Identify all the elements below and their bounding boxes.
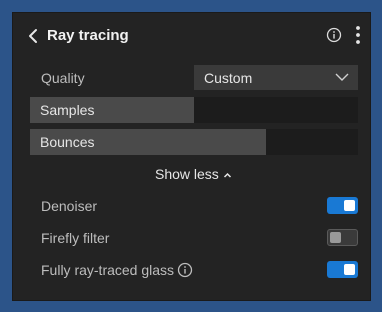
quality-dropdown[interactable]: Custom xyxy=(194,65,358,90)
chevron-left-icon[interactable] xyxy=(27,28,39,44)
samples-slider[interactable]: Samples xyxy=(30,97,358,123)
denoiser-toggle[interactable] xyxy=(327,197,358,214)
ray-traced-glass-label: Fully ray-traced glass xyxy=(41,262,175,278)
firefly-filter-toggle[interactable] xyxy=(327,229,358,246)
quality-label: Quality xyxy=(41,70,85,86)
bounces-slider[interactable]: Bounces xyxy=(30,129,358,155)
ray-tracing-panel: Ray tracing Quality Custom Samples Bounc… xyxy=(12,12,371,301)
panel-title: Ray tracing xyxy=(47,27,129,44)
denoiser-label: Denoiser xyxy=(41,198,98,214)
samples-label: Samples xyxy=(40,102,95,118)
show-less-button[interactable]: Show less xyxy=(155,166,232,182)
info-icon[interactable] xyxy=(177,262,193,278)
more-vertical-icon[interactable] xyxy=(354,25,362,45)
toggle-knob xyxy=(344,200,355,211)
toggle-knob xyxy=(344,264,355,275)
toggle-knob xyxy=(330,232,341,243)
show-less-label: Show less xyxy=(155,166,219,182)
bounces-label: Bounces xyxy=(40,134,95,150)
chevron-up-icon xyxy=(223,172,231,178)
info-icon[interactable] xyxy=(326,27,342,43)
chevron-down-icon xyxy=(335,73,349,81)
firefly-filter-label: Firefly filter xyxy=(41,230,110,246)
quality-selected-value: Custom xyxy=(204,70,253,86)
ray-traced-glass-toggle[interactable] xyxy=(327,261,358,278)
